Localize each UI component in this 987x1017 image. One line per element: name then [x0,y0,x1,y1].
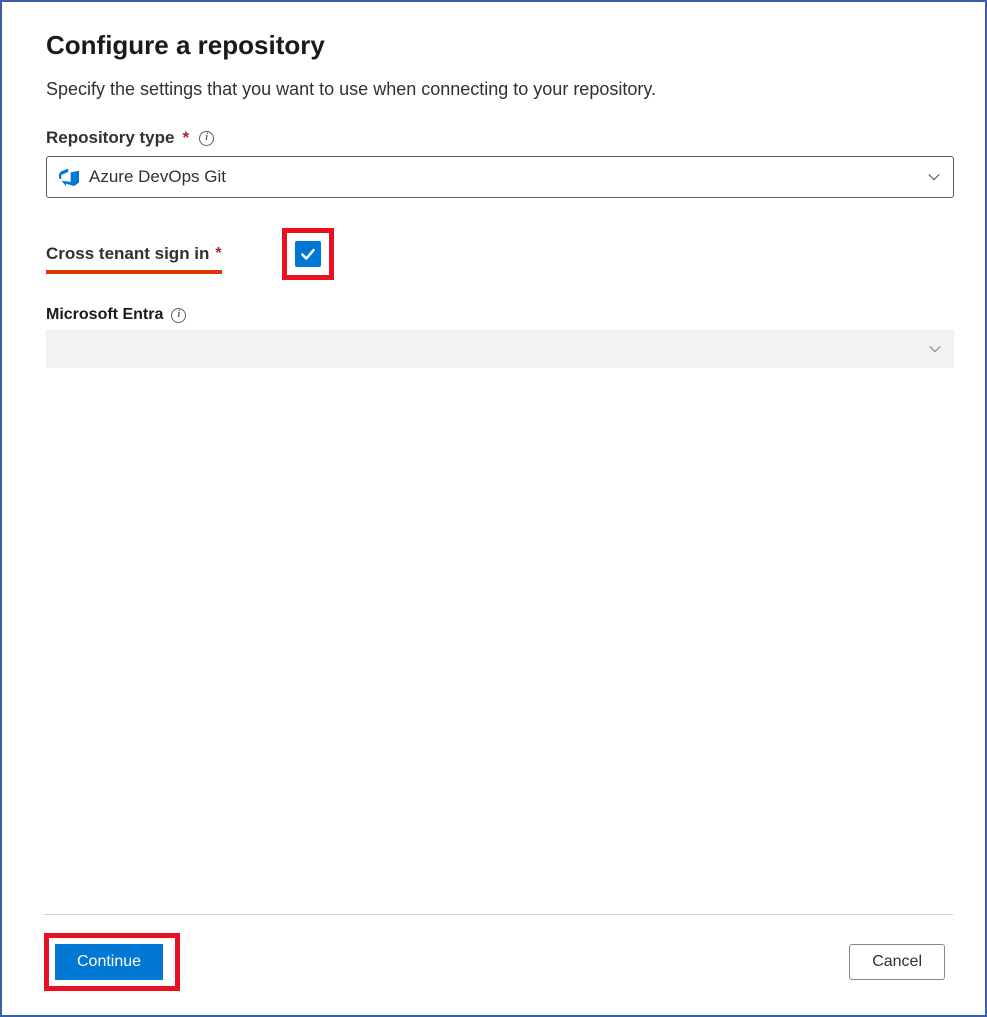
cross-tenant-field: Cross tenant sign in * [46,228,953,280]
repository-type-field: Repository type * i Azure DevOps Git [46,128,953,198]
microsoft-entra-field: Microsoft Entra i [46,306,953,368]
highlight-underline [46,270,222,274]
repository-type-label: Repository type * i [46,128,214,148]
cross-tenant-checkbox[interactable] [295,241,321,267]
azure-devops-icon [59,167,79,187]
info-icon[interactable]: i [199,131,214,146]
checkbox-highlight-box [282,228,334,280]
page-subtitle: Specify the settings that you want to us… [46,79,953,100]
cross-tenant-label-text: Cross tenant sign in [46,244,209,264]
info-icon[interactable]: i [171,308,186,323]
spacer [46,368,953,914]
repository-type-label-text: Repository type [46,128,174,148]
continue-highlight-box: Continue [44,933,180,991]
cross-tenant-label: Cross tenant sign in * [46,244,222,264]
microsoft-entra-select[interactable] [46,330,954,368]
repository-type-value: Azure DevOps Git [89,167,927,187]
chevron-down-icon [927,170,941,184]
required-star-icon: * [182,128,189,148]
repository-type-select[interactable]: Azure DevOps Git [46,156,954,198]
continue-button[interactable]: Continue [55,944,163,980]
required-star-icon: * [215,245,221,263]
microsoft-entra-label-text: Microsoft Entra [46,306,163,324]
chevron-down-icon [928,342,942,356]
dialog-footer: Continue Cancel [44,914,953,1015]
microsoft-entra-label: Microsoft Entra i [46,306,186,324]
cancel-button[interactable]: Cancel [849,944,945,980]
configure-repository-panel: Configure a repository Specify the setti… [0,0,987,1017]
checkmark-icon [299,245,317,263]
page-title: Configure a repository [46,30,953,61]
